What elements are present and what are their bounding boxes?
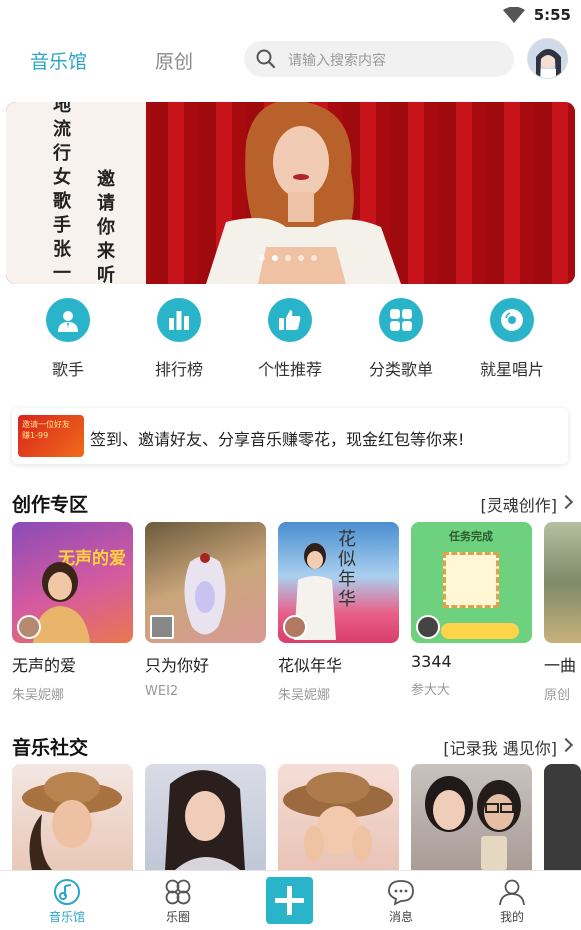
nav-circle[interactable]: 乐圈 (143, 871, 213, 930)
song-card[interactable]: 一曲 原创 (544, 522, 581, 703)
banner-text-right: 邀请你来听音 (97, 169, 115, 284)
song-name: 无声的爱 (12, 656, 77, 675)
chevron-right-icon[interactable] (558, 494, 574, 510)
circle-icon (165, 879, 191, 905)
quick-singer[interactable]: 歌手 (23, 298, 113, 380)
social-card[interactable] (411, 764, 532, 870)
page-dot[interactable] (298, 255, 304, 261)
section-social-more[interactable]: [记录我 遇见你] (443, 735, 557, 759)
nav-profile[interactable]: 我的 (477, 871, 547, 930)
singer-icon (58, 311, 78, 332)
banner-text-panel: 地流行女歌手张一 邀请你来听音 (6, 102, 146, 284)
social-card[interactable] (278, 764, 399, 870)
song-cover (145, 522, 266, 643)
song-cover: 无声的爱 (12, 522, 133, 643)
quick-label: 个性推荐 (257, 360, 322, 379)
quick-records[interactable]: 就星唱片 (467, 298, 557, 380)
section-create-more[interactable]: [灵魂创作] (481, 492, 558, 516)
nav-label: 消息 (388, 910, 413, 924)
promo-text: 签到、邀请好友、分享音乐赚零花，现金红包等你来! (90, 430, 465, 449)
user-avatar[interactable] (527, 38, 568, 79)
quick-actions: 歌手 排行榜 个性推荐 分类歌单 就星唱片 (0, 298, 581, 388)
song-name: 一曲 (544, 656, 577, 675)
quick-label: 分类歌单 (368, 360, 433, 379)
profile-icon (499, 879, 525, 906)
search-placeholder: 请输入搜索内容 (288, 53, 386, 69)
nav-label: 音乐馆 (48, 910, 85, 924)
nav-messages[interactable]: 消息 (366, 871, 436, 930)
quick-label: 排行榜 (154, 360, 203, 379)
section-create-title: 创作专区 (12, 494, 89, 516)
tab-original[interactable]: 原创 (155, 47, 193, 74)
page-dot[interactable] (272, 255, 278, 261)
song-card[interactable]: 无声的爱 无声的爱 朱吴妮娜 (12, 522, 133, 703)
social-card[interactable] (544, 764, 581, 870)
artist-mini-avatar (17, 615, 41, 639)
artist-mini-avatar (150, 615, 174, 639)
music-app-home: 5:55 音乐馆 原创 请输入搜索内容 地流行女歌手张一 邀请你来听音 (0, 0, 581, 930)
thumbs-up-icon (279, 310, 301, 330)
song-name: 只为你好 (145, 656, 210, 675)
nav-label: 乐圈 (165, 910, 190, 924)
promo-thumbnail: 邀请一位好友 赚1-99 (18, 415, 84, 457)
tab-music-hall[interactable]: 音乐馆 (30, 47, 87, 74)
song-artist: 朱吴妮娜 (12, 688, 65, 703)
cover-title: 任务完成 (449, 530, 493, 543)
song-cover: 花似年华 (278, 522, 399, 643)
chart-icon (169, 311, 189, 330)
cover-title: 花似年华 (338, 529, 356, 610)
message-icon (388, 880, 414, 906)
search-icon (256, 49, 276, 69)
song-cover: 任务完成 (411, 522, 532, 643)
top-header: 音乐馆 原创 请输入搜索内容 (0, 36, 581, 82)
nav-music-hall[interactable]: 音乐馆 (32, 871, 102, 930)
song-artist: 原创 (544, 688, 571, 703)
page-dot[interactable] (285, 255, 291, 261)
song-cover (544, 522, 581, 643)
artist-mini-avatar (283, 615, 307, 639)
song-card[interactable]: 花似年华 花似年华 朱吴妮娜 (278, 522, 399, 703)
quick-label: 就星唱片 (479, 360, 544, 379)
quick-chart[interactable]: 排行榜 (134, 298, 224, 380)
grid-icon (390, 309, 412, 331)
song-name: 花似年华 (278, 656, 343, 675)
promo-strip[interactable]: 邀请一位好友 赚1-99 签到、邀请好友、分享音乐赚零花，现金红包等你来! (12, 408, 568, 464)
disc-icon (501, 309, 523, 331)
promo-thumb-text: 邀请一位好友 赚1-99 (22, 420, 70, 440)
song-artist: 朱吴妮娜 (278, 688, 331, 703)
artist-mini-avatar (416, 615, 440, 639)
banner-text-left: 地流行女歌手张一 (53, 102, 71, 284)
plus-icon (275, 886, 304, 915)
status-time: 5:55 (533, 6, 571, 24)
wifi-icon (503, 7, 525, 23)
bottom-nav: 音乐馆 乐圈 消息 我的 (0, 870, 581, 930)
social-card[interactable] (12, 764, 133, 870)
chevron-right-icon[interactable] (558, 737, 574, 753)
quick-category[interactable]: 分类歌单 (356, 298, 446, 380)
page-dot[interactable] (259, 255, 265, 261)
music-hall-icon (54, 879, 80, 905)
search-input[interactable]: 请输入搜索内容 (244, 41, 514, 77)
nav-label: 我的 (499, 910, 524, 924)
song-artist: 参大大 (411, 683, 451, 698)
quick-recommend[interactable]: 个性推荐 (245, 298, 335, 380)
add-button[interactable] (266, 877, 313, 924)
song-card[interactable]: 任务完成 3344 参大大 (411, 522, 532, 698)
social-card[interactable] (145, 764, 266, 870)
quick-label: 歌手 (51, 360, 84, 379)
song-name: 3344 (411, 652, 452, 671)
song-card[interactable]: 只为你好 WEI2 (145, 522, 266, 699)
song-artist: WEI2 (145, 684, 179, 699)
banner-pagination (259, 255, 317, 261)
status-bar: 5:55 (0, 0, 581, 32)
section-social-title: 音乐社交 (12, 737, 89, 759)
page-dot[interactable] (311, 255, 317, 261)
promo-banner[interactable]: 地流行女歌手张一 邀请你来听音 (6, 102, 575, 284)
